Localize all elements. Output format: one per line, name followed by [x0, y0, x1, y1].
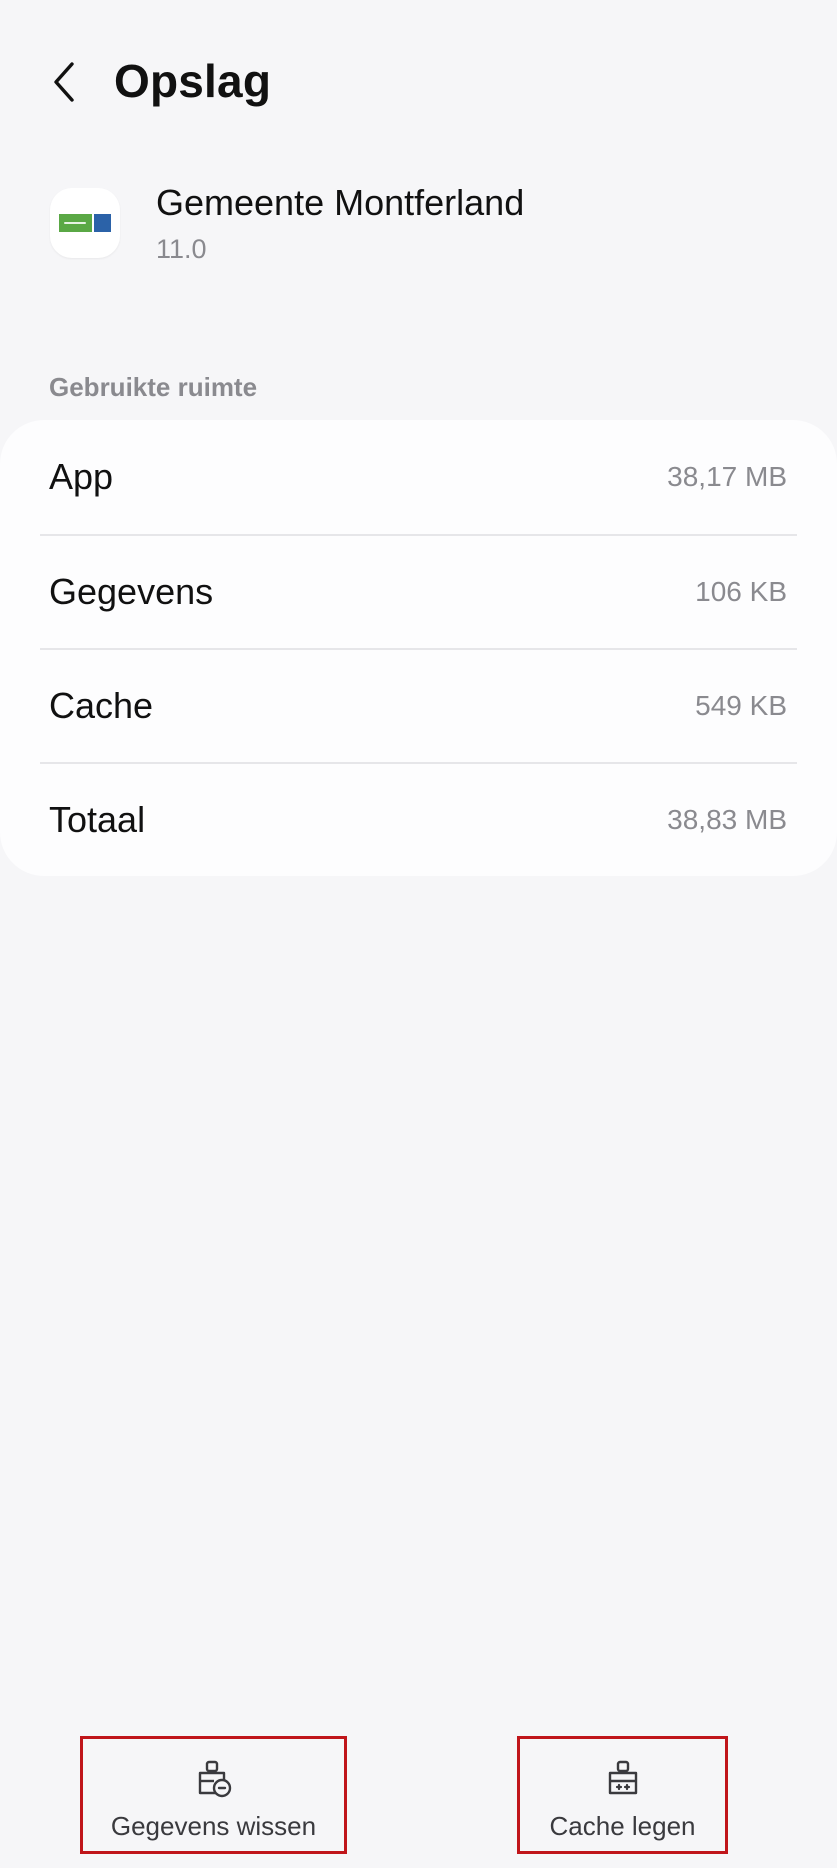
app-logo-icon — [50, 188, 120, 258]
clear-cache-button[interactable]: Cache legen — [517, 1736, 728, 1854]
storage-row-data: Gegevens 106 KB — [40, 535, 797, 649]
page-title: Opslag — [114, 55, 272, 107]
back-button[interactable] — [40, 56, 88, 108]
storage-row-value: 38,83 MB — [667, 804, 787, 835]
storage-row-app: App 38,17 MB — [40, 420, 797, 534]
app-name: Gemeente Montferland — [156, 182, 525, 223]
storage-row-value: 38,17 MB — [667, 461, 787, 492]
storage-row-value: 549 KB — [695, 690, 787, 721]
clear-data-label: Gegevens wissen — [110, 1811, 317, 1841]
clear-cache-brush-icon — [603, 1759, 643, 1799]
header: Opslag — [0, 40, 837, 124]
clear-cache-label: Cache legen — [549, 1811, 696, 1841]
clear-data-icon — [194, 1759, 234, 1799]
storage-screen: Opslag Gemeente Montferland 11.0 Gebruik… — [0, 0, 837, 1868]
section-label-used-space: Gebruikte ruimte — [49, 372, 258, 402]
storage-row-value: 106 KB — [695, 576, 787, 607]
app-info: Gemeente Montferland 11.0 — [50, 178, 787, 278]
storage-row-cache: Cache 549 KB — [40, 649, 797, 763]
storage-card: App 38,17 MB Gegevens 106 KB Cache 549 K… — [0, 420, 837, 876]
storage-row-label: Totaal — [49, 799, 146, 840]
storage-row-label: App — [49, 456, 114, 497]
storage-row-label: Gegevens — [49, 571, 214, 612]
chevron-left-icon — [54, 62, 74, 102]
clear-data-button[interactable]: Gegevens wissen — [80, 1736, 347, 1854]
app-version: 11.0 — [156, 234, 207, 264]
storage-row-total: Totaal 38,83 MB — [40, 763, 797, 877]
storage-row-label: Cache — [49, 685, 154, 726]
